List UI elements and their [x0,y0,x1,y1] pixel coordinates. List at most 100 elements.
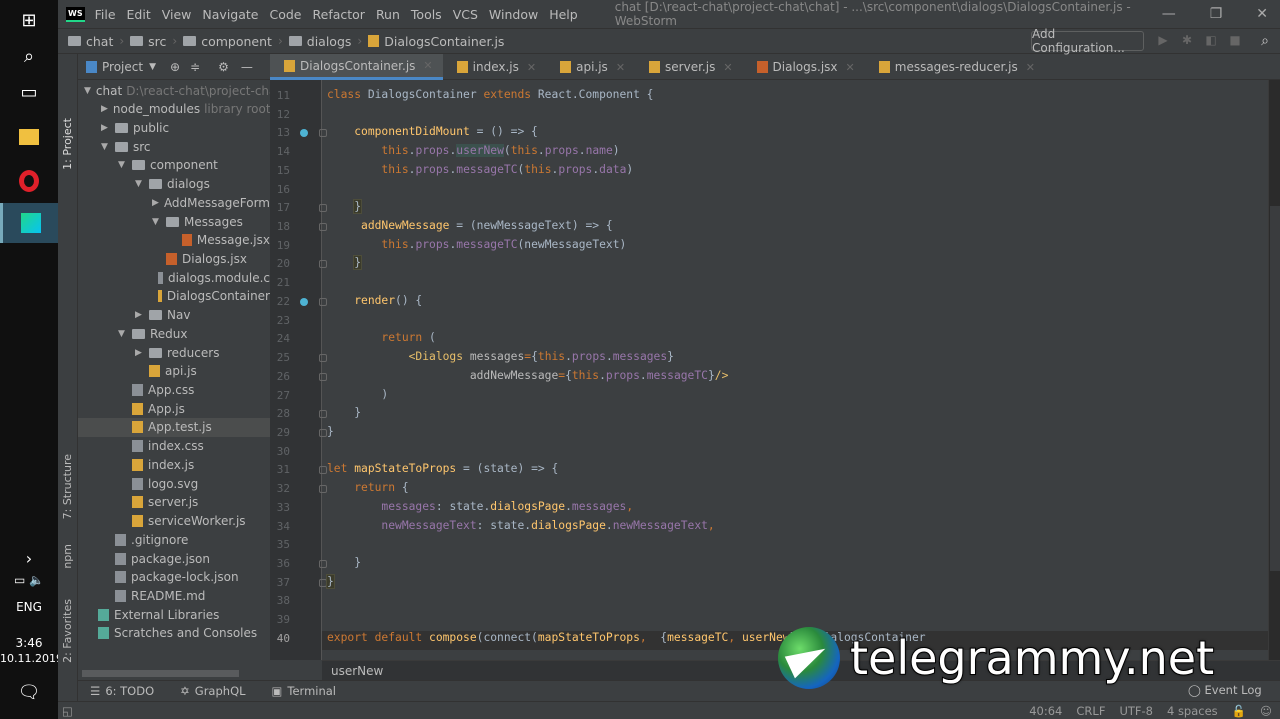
debug-icon[interactable]: ✱ [1180,33,1194,47]
menu-help[interactable]: Help [549,7,578,22]
expanded-arrow-icon[interactable]: ▼ [118,329,132,339]
search-everywhere-icon[interactable]: ⌕ [1258,33,1272,49]
expanded-arrow-icon[interactable]: ▼ [84,86,91,96]
toggle-tool-windows-icon[interactable]: ◱ [62,704,73,718]
tab-index-js[interactable]: index.js ✕ [443,54,546,80]
project-horizontal-scrollbar[interactable] [82,670,239,677]
override-marker-icon[interactable] [300,129,308,138]
tree-item[interactable]: ▼ chat D:\react-chat\project-cha [78,81,270,100]
close-tab-icon[interactable]: ✕ [616,61,625,74]
tab-api-js[interactable]: api.js ✕ [546,54,635,80]
code-editor[interactable]: class DialogsContainer extends React.Com… [322,80,1280,660]
tool-window-graphql[interactable]: ✡ GraphQL [180,684,245,698]
stop-icon[interactable]: ■ [1228,33,1242,47]
notifications-icon[interactable]: 🗨 [0,672,58,712]
collapsed-arrow-icon[interactable]: ▶ [135,348,149,358]
clock-date[interactable]: 10.11.2019 [0,652,63,665]
windows-start-icon[interactable]: ⊞ [0,0,58,40]
tree-item[interactable]: ▼ dialogs [78,175,270,194]
menu-view[interactable]: View [162,7,192,22]
tab-dialogscontainer-js[interactable]: DialogsContainer.js ✕ [270,54,443,80]
indent-setting[interactable]: 4 spaces [1167,704,1218,718]
search-icon[interactable]: ⌕ [0,36,58,76]
line-separator[interactable]: CRLF [1076,704,1105,718]
tool-window-terminal[interactable]: ▣ Terminal [272,684,336,698]
structure-tool-tab[interactable]: 7: Structure [61,454,74,519]
menu-edit[interactable]: Edit [127,7,151,22]
editor-breadcrumb-item[interactable]: userNew [331,664,383,678]
tree-item[interactable]: index.css [78,437,270,456]
tree-item[interactable]: package.json [78,549,270,568]
tree-item[interactable]: serviceWorker.js [78,512,270,531]
maximize-button[interactable]: ❐ [1210,6,1223,22]
collapsed-arrow-icon[interactable]: ▶ [135,310,149,320]
menu-navigate[interactable]: Navigate [202,7,258,22]
npm-tool-tab[interactable]: npm [61,544,74,569]
collapsed-arrow-icon[interactable]: ▶ [101,104,108,114]
breadcrumb-item[interactable]: src [130,34,166,49]
tree-item[interactable]: logo.svg [78,474,270,493]
tree-item[interactable]: server.js [78,493,270,512]
tree-item[interactable]: index.js [78,455,270,474]
breadcrumb-item[interactable]: chat [68,34,113,49]
breadcrumb-item[interactable]: component [183,34,272,49]
close-tab-icon[interactable]: ✕ [1026,61,1035,74]
editor-scrollbar[interactable] [1270,206,1280,571]
expanded-arrow-icon[interactable]: ▼ [152,217,166,227]
close-tab-icon[interactable]: ✕ [846,61,855,74]
breadcrumb-item[interactable]: DialogsContainer.js [368,34,504,49]
lock-icon[interactable]: 🔓 [1232,704,1246,718]
tree-item[interactable]: Message.jsx [78,231,270,250]
tree-item[interactable]: App.js [78,399,270,418]
project-view-selector[interactable]: Project [102,60,143,74]
file-encoding[interactable]: UTF-8 [1119,704,1153,718]
opera-icon[interactable] [0,161,58,201]
file-explorer-icon[interactable] [0,117,58,157]
webstorm-taskbar-icon[interactable] [0,203,58,243]
gear-icon[interactable]: ⚙ [218,60,229,74]
clock-time[interactable]: 3:46 [0,636,58,650]
tree-item[interactable]: .gitignore [78,530,270,549]
close-button[interactable]: ✕ [1256,6,1268,22]
expanded-arrow-icon[interactable]: ▼ [135,179,149,189]
add-configuration-button[interactable]: Add Configuration... [1031,27,1144,55]
breadcrumb-item[interactable]: dialogs [288,34,351,49]
expanded-arrow-icon[interactable]: ▼ [101,142,115,152]
tree-item[interactable]: External Libraries [78,605,270,624]
project-tool-tab[interactable]: 1: Project [61,118,74,170]
tree-item[interactable]: ▼ Messages [78,212,270,231]
tool-window-todo[interactable]: ☰ 6: TODO [90,684,154,698]
collapsed-arrow-icon[interactable]: ▶ [101,123,115,133]
cursor-position[interactable]: 40:64 [1029,704,1062,718]
close-tab-icon[interactable]: ✕ [423,59,432,72]
coverage-icon[interactable]: ◧ [1204,33,1218,47]
collapsed-arrow-icon[interactable]: ▶ [152,198,159,208]
tree-item[interactable]: ▶ reducers [78,343,270,362]
tree-item[interactable]: ▶ public [78,118,270,137]
tree-item[interactable]: dialogs.module.c [78,268,270,287]
menu-refactor[interactable]: Refactor [313,7,365,22]
language-indicator[interactable]: ENG [0,600,58,614]
tree-item[interactable]: ▶ node_modules library root [78,100,270,119]
tree-item[interactable]: ▶ AddMessageForm [78,193,270,212]
tree-item[interactable]: ▼ component [78,156,270,175]
battery-volume-icon[interactable]: ▭ 🔈 [0,560,58,600]
tree-item[interactable]: Scratches and Consoles [78,624,270,643]
expanded-arrow-icon[interactable]: ▼ [118,160,132,170]
tree-item[interactable]: Dialogs.jsx [78,249,270,268]
menu-vcs[interactable]: VCS [453,7,478,22]
run-icon[interactable]: ▶ [1156,33,1170,47]
override-marker-icon[interactable] [300,297,308,306]
tab-dialogs-jsx[interactable]: Dialogs.jsx ✕ [743,54,865,80]
locate-icon[interactable]: ⊕ [170,60,180,74]
menu-run[interactable]: Run [376,7,400,22]
menu-window[interactable]: Window [489,7,538,22]
hide-panel-icon[interactable]: — [241,60,253,74]
tree-item[interactable]: ▼ src [78,137,270,156]
close-tab-icon[interactable]: ✕ [723,61,732,74]
tree-item[interactable]: package-lock.json [78,568,270,587]
tree-item[interactable]: ▶ Nav [78,306,270,325]
tree-item[interactable]: DialogsContainer [78,287,270,306]
favorites-tool-tab[interactable]: 2: Favorites [61,599,74,663]
chevron-down-icon[interactable]: ▼ [149,62,156,72]
